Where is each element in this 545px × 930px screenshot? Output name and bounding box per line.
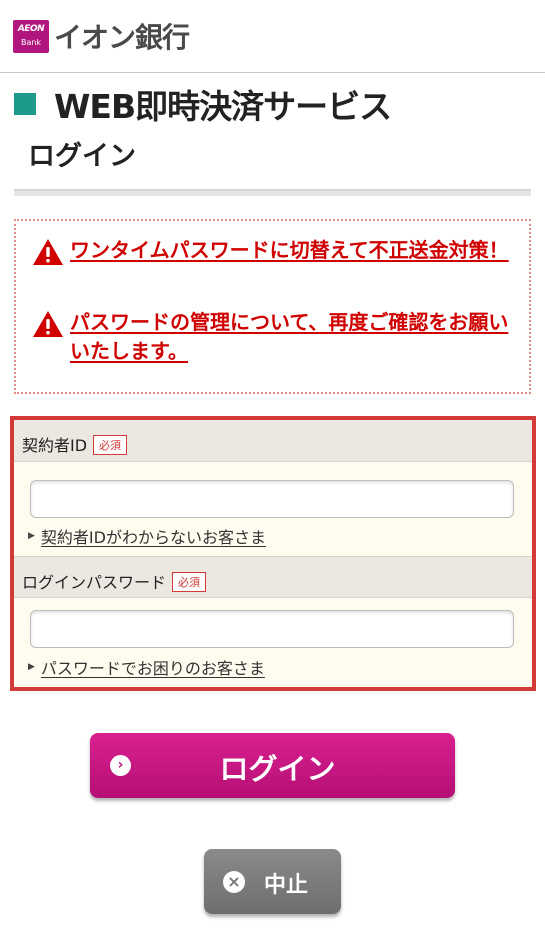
notice-link-one-time-password[interactable]: ワンタイムパスワードに切替えて不正送金対策！ <box>70 236 516 266</box>
notice-item[interactable]: パスワードの管理について、再度ご確認をお願いいたします。 <box>32 308 516 366</box>
arrow-right-icon: ▶ <box>28 662 35 672</box>
login-button[interactable]: › ログイン <box>90 733 455 798</box>
title-divider <box>14 189 531 196</box>
required-badge: 必須 <box>93 435 128 455</box>
page-subtitle: ログイン <box>28 141 136 172</box>
security-notice-box: ワンタイムパスワードに切替えて不正送金対策！ パスワードの管理について、再度ご確… <box>14 219 531 394</box>
close-icon: × <box>223 871 245 893</box>
warning-icon <box>33 239 63 265</box>
required-badge: 必須 <box>172 572 207 592</box>
notice-item[interactable]: ワンタイムパスワードに切替えて不正送金対策！ <box>32 236 516 266</box>
cancel-button[interactable]: × 中止 <box>204 849 341 914</box>
contract-id-label: 契約者ID <box>22 436 88 455</box>
notice-link-password-management[interactable]: パスワードの管理について、再度ご確認をお願いいたします。 <box>70 308 516 366</box>
contract-id-input[interactable] <box>30 480 514 518</box>
contract-id-help[interactable]: ▶ 契約者IDがわからないお客さま <box>28 524 266 548</box>
password-help-link[interactable]: パスワードでお困りのお客さま <box>41 655 265 679</box>
password-input[interactable] <box>30 610 514 648</box>
title-marker <box>14 93 36 115</box>
password-help[interactable]: ▶ パスワードでお困りのお客さま <box>28 655 265 679</box>
contract-id-header: 契約者ID 必須 <box>14 420 532 462</box>
login-button-label: ログイン <box>219 752 336 786</box>
page-title: WEB即時決済サービス <box>54 87 392 126</box>
warning-icon <box>33 311 63 337</box>
logo-sub-text: Bank <box>20 38 42 47</box>
cancel-button-label: 中止 <box>264 873 309 898</box>
bank-name: イオン銀行 <box>54 21 190 54</box>
logo-brand-text: AEON <box>17 24 45 34</box>
password-label-row: ログインパスワード 必須 <box>22 569 207 593</box>
aeon-bank-logo[interactable]: AEON Bank <box>13 20 49 53</box>
password-label: ログインパスワード <box>22 573 167 592</box>
contract-id-help-link[interactable]: 契約者IDがわからないお客さま <box>41 524 266 548</box>
password-header: ログインパスワード 必須 <box>14 556 532 598</box>
app-header: AEON Bank イオン銀行 <box>0 0 545 73</box>
login-form: 契約者ID 必須 ▶ 契約者IDがわからないお客さま ログインパスワード 必須 ▶ … <box>10 416 536 691</box>
contract-id-label-row: 契約者ID 必須 <box>22 432 128 456</box>
arrow-right-icon: ▶ <box>28 531 35 541</box>
